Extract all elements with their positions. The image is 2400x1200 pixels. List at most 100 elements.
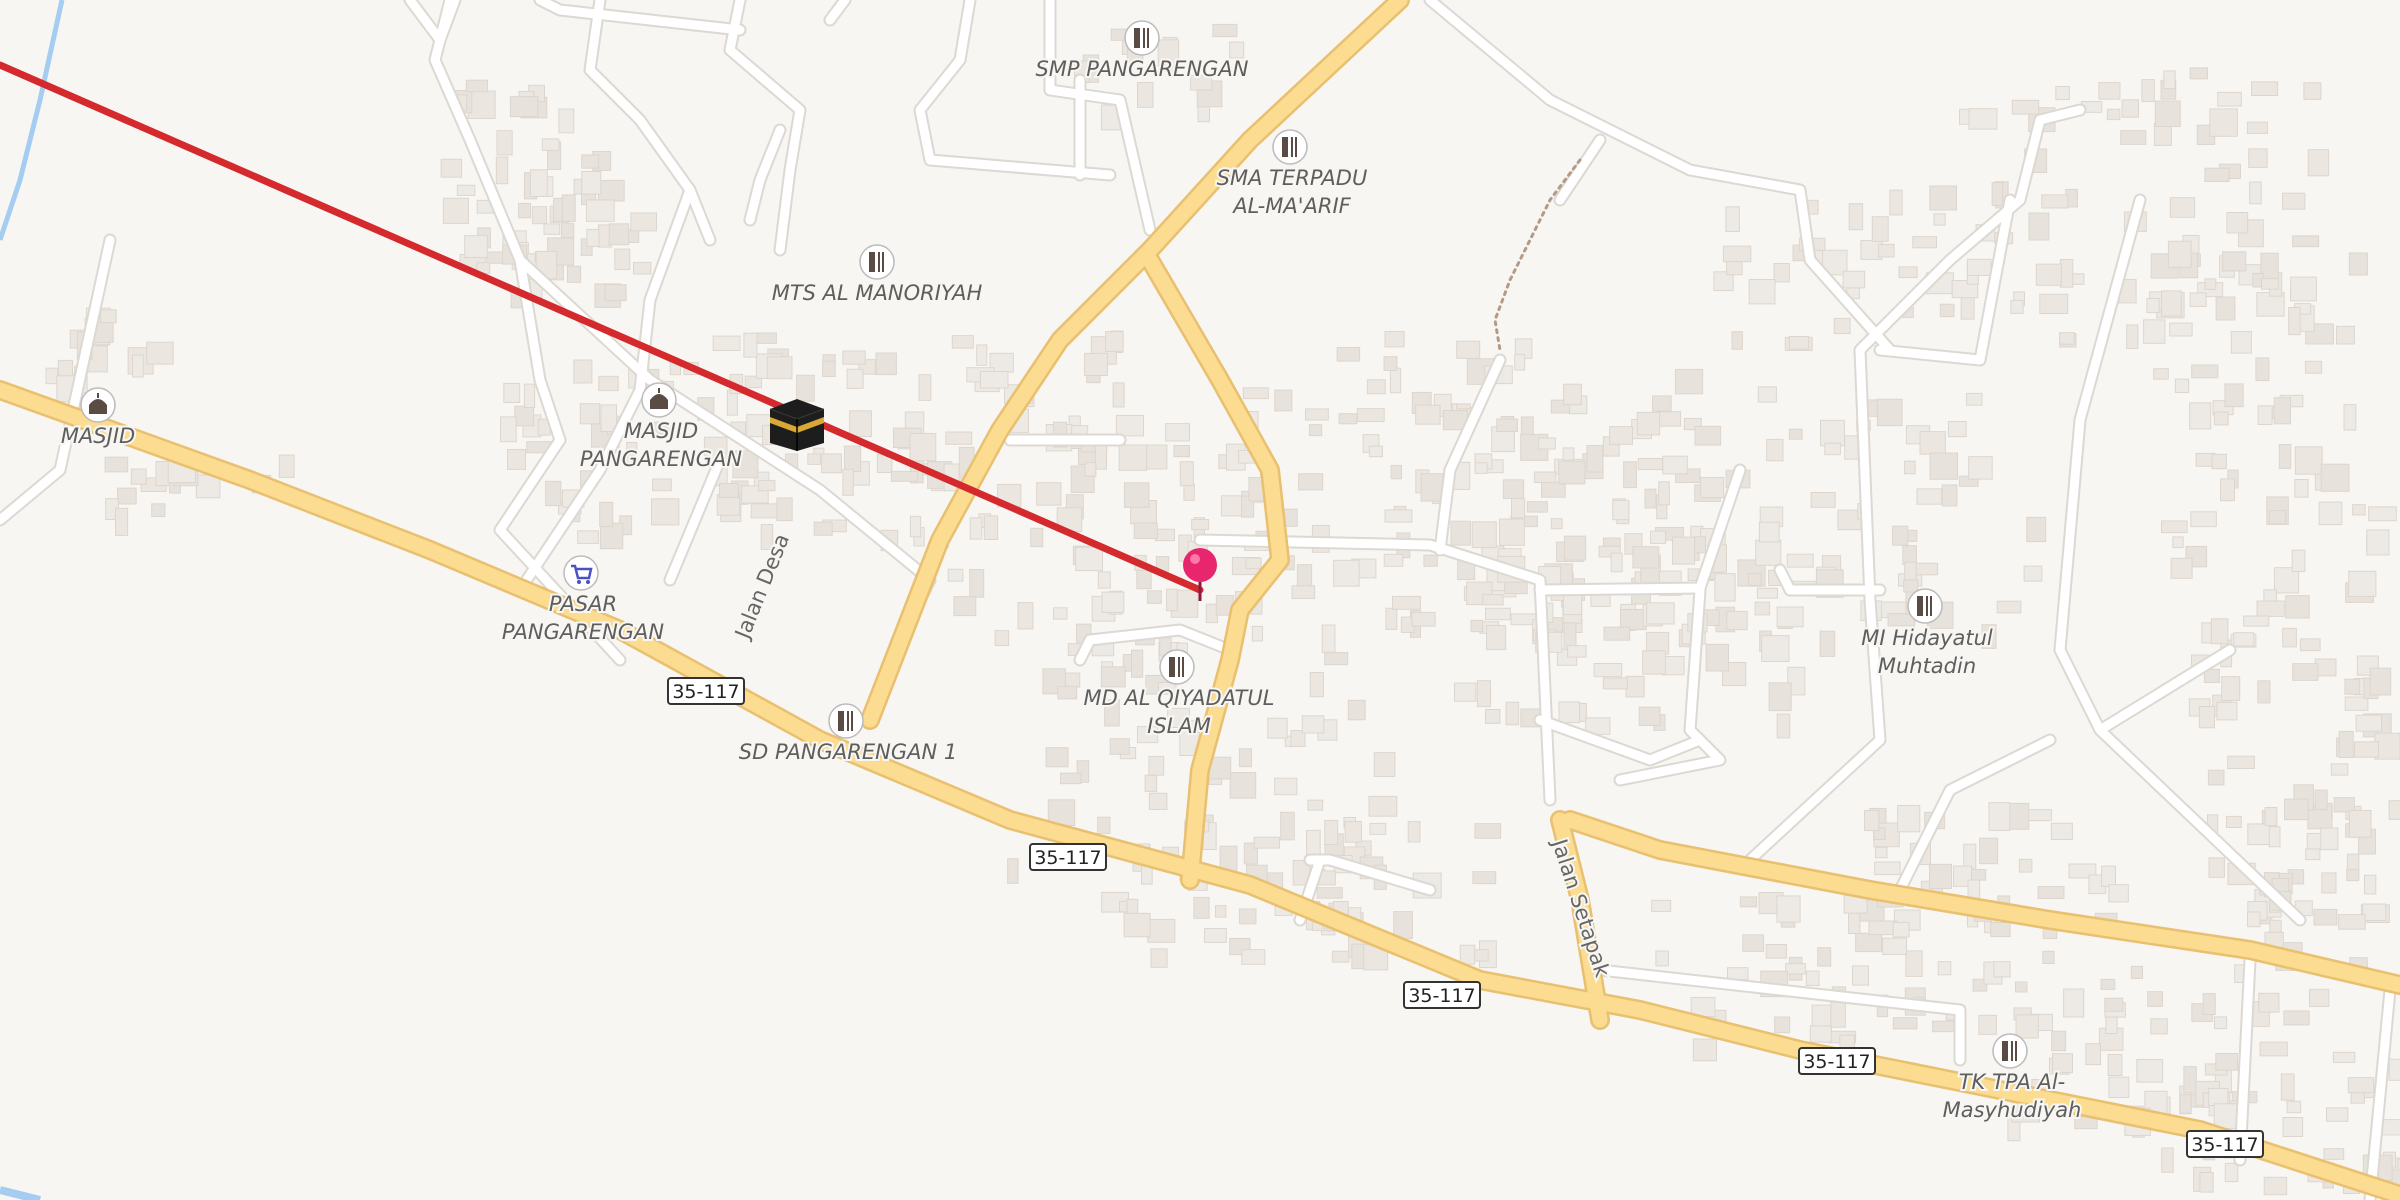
building [2179,1094,2192,1114]
building [1385,607,1398,630]
building [2130,965,2144,979]
building [846,368,864,389]
building [2189,67,2209,80]
building [969,569,985,598]
poi-label: SD PANGARENGAN 1 [739,740,957,764]
kaaba-icon[interactable] [769,399,825,451]
building [2147,991,2163,1007]
building [1773,263,1790,283]
building [2320,463,2350,492]
school-icon [1907,588,1943,624]
building [1833,317,1851,335]
building [558,108,575,134]
poi-label-line2: Masyhudiyah [1943,1098,2082,1122]
building [2010,299,2024,314]
building [2202,993,2216,1015]
building [2107,1054,2123,1076]
building [608,223,630,246]
building [2259,1041,2288,1057]
building [1990,922,2011,938]
building [1097,816,1111,835]
building [2126,324,2139,349]
building [842,350,866,365]
building [1652,395,1672,412]
building [2247,911,2261,928]
building [2264,807,2278,827]
building [2161,290,2182,317]
building [909,433,937,462]
building [604,284,627,302]
building [1905,950,1923,977]
building [758,479,776,492]
building [1423,554,1438,567]
building [1563,535,1587,561]
building [1191,519,1210,531]
poi-label: MTS AL MANORIYAH [772,281,983,305]
building [1173,445,1190,458]
building [766,356,793,380]
building [1533,471,1557,483]
building [561,194,576,222]
building [2211,453,2227,470]
mosque-icon [80,387,116,423]
building [1968,456,1993,480]
building [1321,624,1336,653]
building [1112,382,1125,408]
building [1620,609,1647,631]
svg-text:35-117: 35-117 [1034,847,1101,869]
building [2348,570,2377,597]
building [1757,386,1777,403]
building [2105,1016,2118,1034]
building [1567,645,1587,658]
building [1700,477,1725,499]
building [1459,944,1476,965]
building [2199,1172,2214,1193]
building [442,197,469,224]
building [1722,245,1752,263]
building [2321,872,2337,894]
building [1502,479,1525,499]
building [2332,1051,2356,1063]
route-shield: 35-117 [1403,981,1481,1009]
building [1978,1014,1997,1035]
building [994,630,1010,647]
building [1393,911,1413,940]
building [2257,405,2273,425]
building [2314,789,2328,811]
poi-label: PASAR [549,592,617,616]
building [1369,822,1387,835]
building [1937,961,1952,976]
map-canvas[interactable]: Jalan Desa Jalan Setapak 35-117 35-117 3… [0,0,2400,1200]
building [1471,521,1497,549]
building [2355,714,2383,732]
building [2210,618,2229,645]
building [496,130,513,156]
building [2213,1103,2239,1130]
school-icon [1272,129,1308,165]
building [2028,212,2050,241]
building [1212,23,1238,38]
building [57,359,73,377]
building [1238,908,1257,925]
building [1057,685,1078,700]
building [579,403,601,425]
building [1511,497,1526,519]
building [117,487,137,505]
building [807,453,821,465]
building [1407,821,1421,843]
building [2221,676,2241,701]
building [1694,425,1722,446]
building [104,456,129,473]
building [2273,397,2291,425]
building [2120,130,2147,145]
building [1742,934,1765,952]
building [1470,619,1484,633]
building [976,344,988,366]
building [1550,518,1563,530]
school-icon [828,703,864,739]
building [1280,811,1295,841]
building [1482,594,1504,606]
building [1788,336,1810,350]
building [1820,419,1845,447]
building [1383,356,1398,372]
